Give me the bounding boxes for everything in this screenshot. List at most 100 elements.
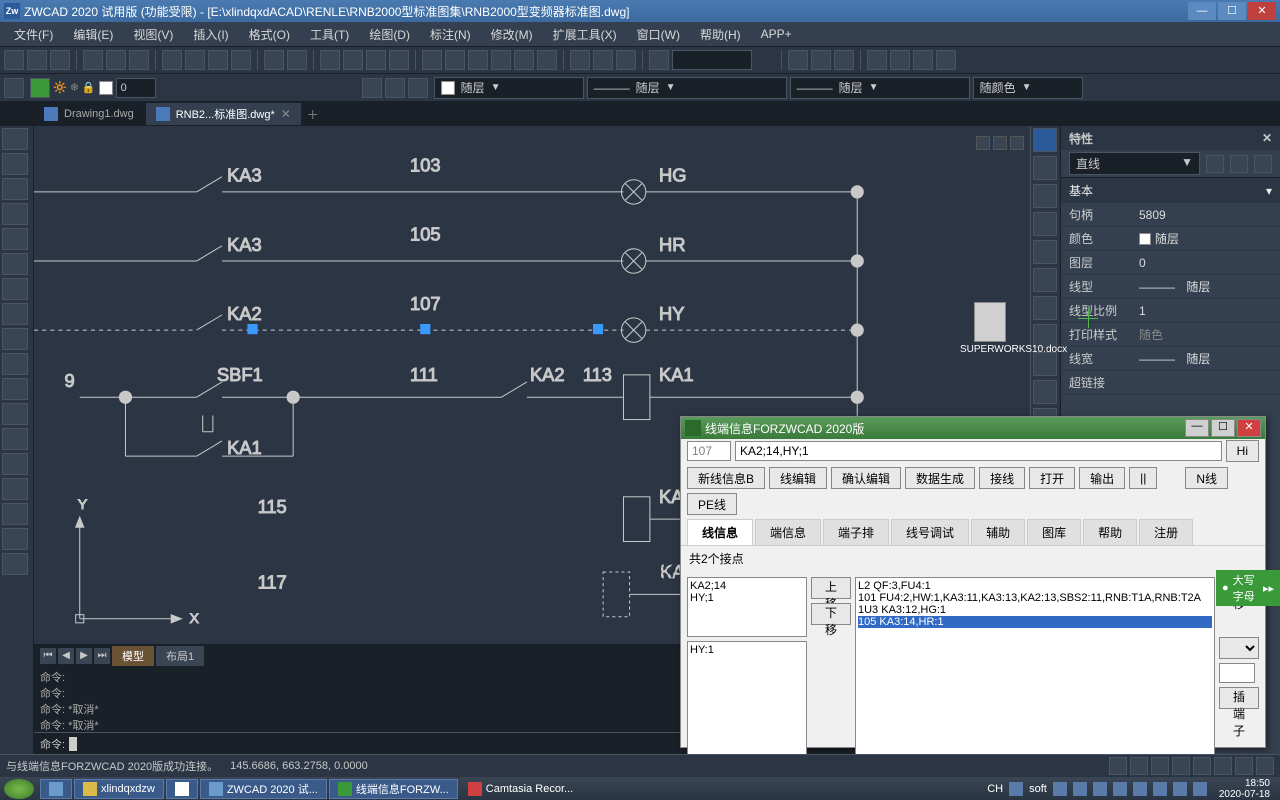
tab-termstrip[interactable]: 端子排 bbox=[823, 519, 889, 545]
redo-icon[interactable] bbox=[287, 50, 307, 70]
table-icon[interactable] bbox=[2, 503, 28, 525]
tab-first-icon[interactable]: ⏮ bbox=[40, 648, 56, 664]
tray-icon[interactable] bbox=[1113, 782, 1127, 796]
close-button[interactable]: ✕ bbox=[1248, 2, 1276, 20]
menu-tools[interactable]: 工具(T) bbox=[302, 24, 357, 45]
btn-newline[interactable]: 新线信息B bbox=[687, 467, 765, 489]
otrack-icon[interactable] bbox=[1214, 757, 1232, 775]
dialog-minimize-button[interactable]: — bbox=[1185, 419, 1209, 437]
osnap-icon[interactable] bbox=[1193, 757, 1211, 775]
taskbar-item-folder[interactable]: xlindqxdzw bbox=[74, 779, 164, 799]
tray-icon[interactable] bbox=[1053, 782, 1067, 796]
hatch-preview[interactable] bbox=[672, 50, 752, 70]
rect-icon[interactable] bbox=[2, 203, 28, 225]
tray-icon[interactable] bbox=[1009, 782, 1023, 796]
open-icon[interactable] bbox=[27, 50, 47, 70]
xt-input[interactable] bbox=[1219, 663, 1255, 683]
layer-color[interactable] bbox=[99, 81, 113, 95]
properties-palette-icon[interactable] bbox=[1033, 128, 1057, 152]
zoom-prev-icon[interactable] bbox=[389, 50, 409, 70]
tab-aux[interactable]: 辅助 bbox=[971, 519, 1025, 545]
btn-pause[interactable]: || bbox=[1129, 467, 1157, 489]
viewport-min-icon[interactable] bbox=[976, 136, 990, 150]
palette5-icon[interactable] bbox=[1033, 268, 1057, 292]
taskbar-item-wireinfo[interactable]: 线端信息FORZW... bbox=[329, 779, 458, 799]
btn-confirm[interactable]: 确认编辑 bbox=[831, 467, 901, 489]
tab-register[interactable]: 注册 bbox=[1139, 519, 1193, 545]
viewport-max-icon[interactable] bbox=[993, 136, 1007, 150]
tab-lineinfo[interactable]: 线信息 bbox=[687, 519, 753, 545]
doctab-drawing1[interactable]: Drawing1.dwg bbox=[34, 103, 144, 125]
ime-lang[interactable]: CH bbox=[987, 783, 1003, 795]
layer-name-input[interactable] bbox=[116, 78, 156, 98]
sel2-icon[interactable] bbox=[811, 50, 831, 70]
wire-terminals-input[interactable] bbox=[735, 441, 1222, 461]
xt-select[interactable]: XT bbox=[1219, 637, 1259, 659]
doctab-active[interactable]: RNB2...标准图.dwg* ✕ bbox=[146, 103, 301, 125]
tray-icon[interactable] bbox=[1153, 782, 1167, 796]
model-icon[interactable] bbox=[1256, 757, 1274, 775]
btn-lineedit[interactable]: 线编辑 bbox=[769, 467, 827, 489]
taskbar-item-camtasia[interactable]: Camtasia Recor... bbox=[460, 779, 581, 799]
dialog-close-button[interactable]: ✕ bbox=[1237, 419, 1261, 437]
layer-tool1-icon[interactable] bbox=[362, 78, 382, 98]
zoom-icon[interactable] bbox=[343, 50, 363, 70]
block2-icon[interactable] bbox=[890, 50, 910, 70]
mtext-icon[interactable] bbox=[2, 528, 28, 550]
tray-icon[interactable] bbox=[1073, 782, 1087, 796]
match-icon[interactable] bbox=[231, 50, 251, 70]
taskbar-clock[interactable]: 18:502020-07-18 bbox=[1213, 778, 1276, 800]
tab-prev-icon[interactable]: ◀ bbox=[58, 648, 74, 664]
plotstyle-dropdown[interactable]: 随颜色▼ bbox=[973, 77, 1083, 99]
paste-icon[interactable] bbox=[208, 50, 228, 70]
desktop-docx-icon[interactable]: SUPERWORKS10.docx bbox=[960, 302, 1020, 355]
publish-icon[interactable] bbox=[129, 50, 149, 70]
menu-draw[interactable]: 绘图(D) bbox=[361, 24, 418, 45]
menu-modify[interactable]: 修改(M) bbox=[483, 24, 541, 45]
btn-datagen[interactable]: 数据生成 bbox=[905, 467, 975, 489]
palette2-icon[interactable] bbox=[1033, 184, 1057, 208]
t2-icon[interactable] bbox=[445, 50, 465, 70]
ime-mode[interactable]: soft bbox=[1029, 783, 1047, 795]
t3-icon[interactable] bbox=[468, 50, 488, 70]
tab-last-icon[interactable]: ⏭ bbox=[94, 648, 110, 664]
btn-moveup1[interactable]: 上移 bbox=[811, 577, 851, 599]
t4-icon[interactable] bbox=[491, 50, 511, 70]
menu-insert[interactable]: 插入(I) bbox=[185, 24, 236, 45]
point-icon[interactable] bbox=[2, 403, 28, 425]
taskbar-item-explorer[interactable] bbox=[40, 779, 72, 799]
pan-icon[interactable] bbox=[320, 50, 340, 70]
insert-icon[interactable] bbox=[2, 353, 28, 375]
pline-icon[interactable] bbox=[2, 153, 28, 175]
pickadd-icon[interactable] bbox=[1254, 155, 1272, 173]
tab-help[interactable]: 帮助 bbox=[1083, 519, 1137, 545]
btn-movedown1[interactable]: 下移 bbox=[811, 603, 851, 625]
menu-view[interactable]: 视图(V) bbox=[125, 24, 181, 45]
btn-open[interactable]: 打开 bbox=[1029, 467, 1075, 489]
menu-file[interactable]: 文件(F) bbox=[6, 24, 61, 45]
menu-help[interactable]: 帮助(H) bbox=[692, 24, 749, 45]
menu-window[interactable]: 窗口(W) bbox=[629, 24, 688, 45]
palette4-icon[interactable] bbox=[1033, 240, 1057, 264]
lwt-icon[interactable] bbox=[1235, 757, 1253, 775]
menu-ext[interactable]: 扩展工具(X) bbox=[545, 24, 625, 45]
block1-icon[interactable] bbox=[867, 50, 887, 70]
dialog-maximize-button[interactable]: ☐ bbox=[1211, 419, 1235, 437]
minimize-button[interactable]: — bbox=[1188, 2, 1216, 20]
terminal-list2[interactable]: L2 QF:3,FU4:1 101 FU4:2,HW:1,KA3:11,KA3:… bbox=[855, 577, 1215, 761]
dialog-titlebar[interactable]: 线端信息FORZWCAD 2020版 — ☐ ✕ bbox=[681, 417, 1265, 439]
print-icon[interactable] bbox=[83, 50, 103, 70]
model-tab[interactable]: 模型 bbox=[112, 646, 154, 666]
close-tab-icon[interactable]: ✕ bbox=[281, 107, 291, 121]
color-dropdown[interactable]: 随层▼ bbox=[434, 77, 584, 99]
t7-icon[interactable] bbox=[570, 50, 590, 70]
selectobj-icon[interactable] bbox=[1230, 155, 1248, 173]
tab-next-icon[interactable]: ▶ bbox=[76, 648, 92, 664]
snap-icon[interactable] bbox=[1109, 757, 1127, 775]
tray-icon[interactable] bbox=[1193, 782, 1207, 796]
hi-button[interactable]: Hi bbox=[1226, 440, 1259, 462]
palette9-icon[interactable] bbox=[1033, 380, 1057, 404]
block4-icon[interactable] bbox=[936, 50, 956, 70]
t5-icon[interactable] bbox=[514, 50, 534, 70]
wire-number-input[interactable] bbox=[687, 441, 731, 461]
